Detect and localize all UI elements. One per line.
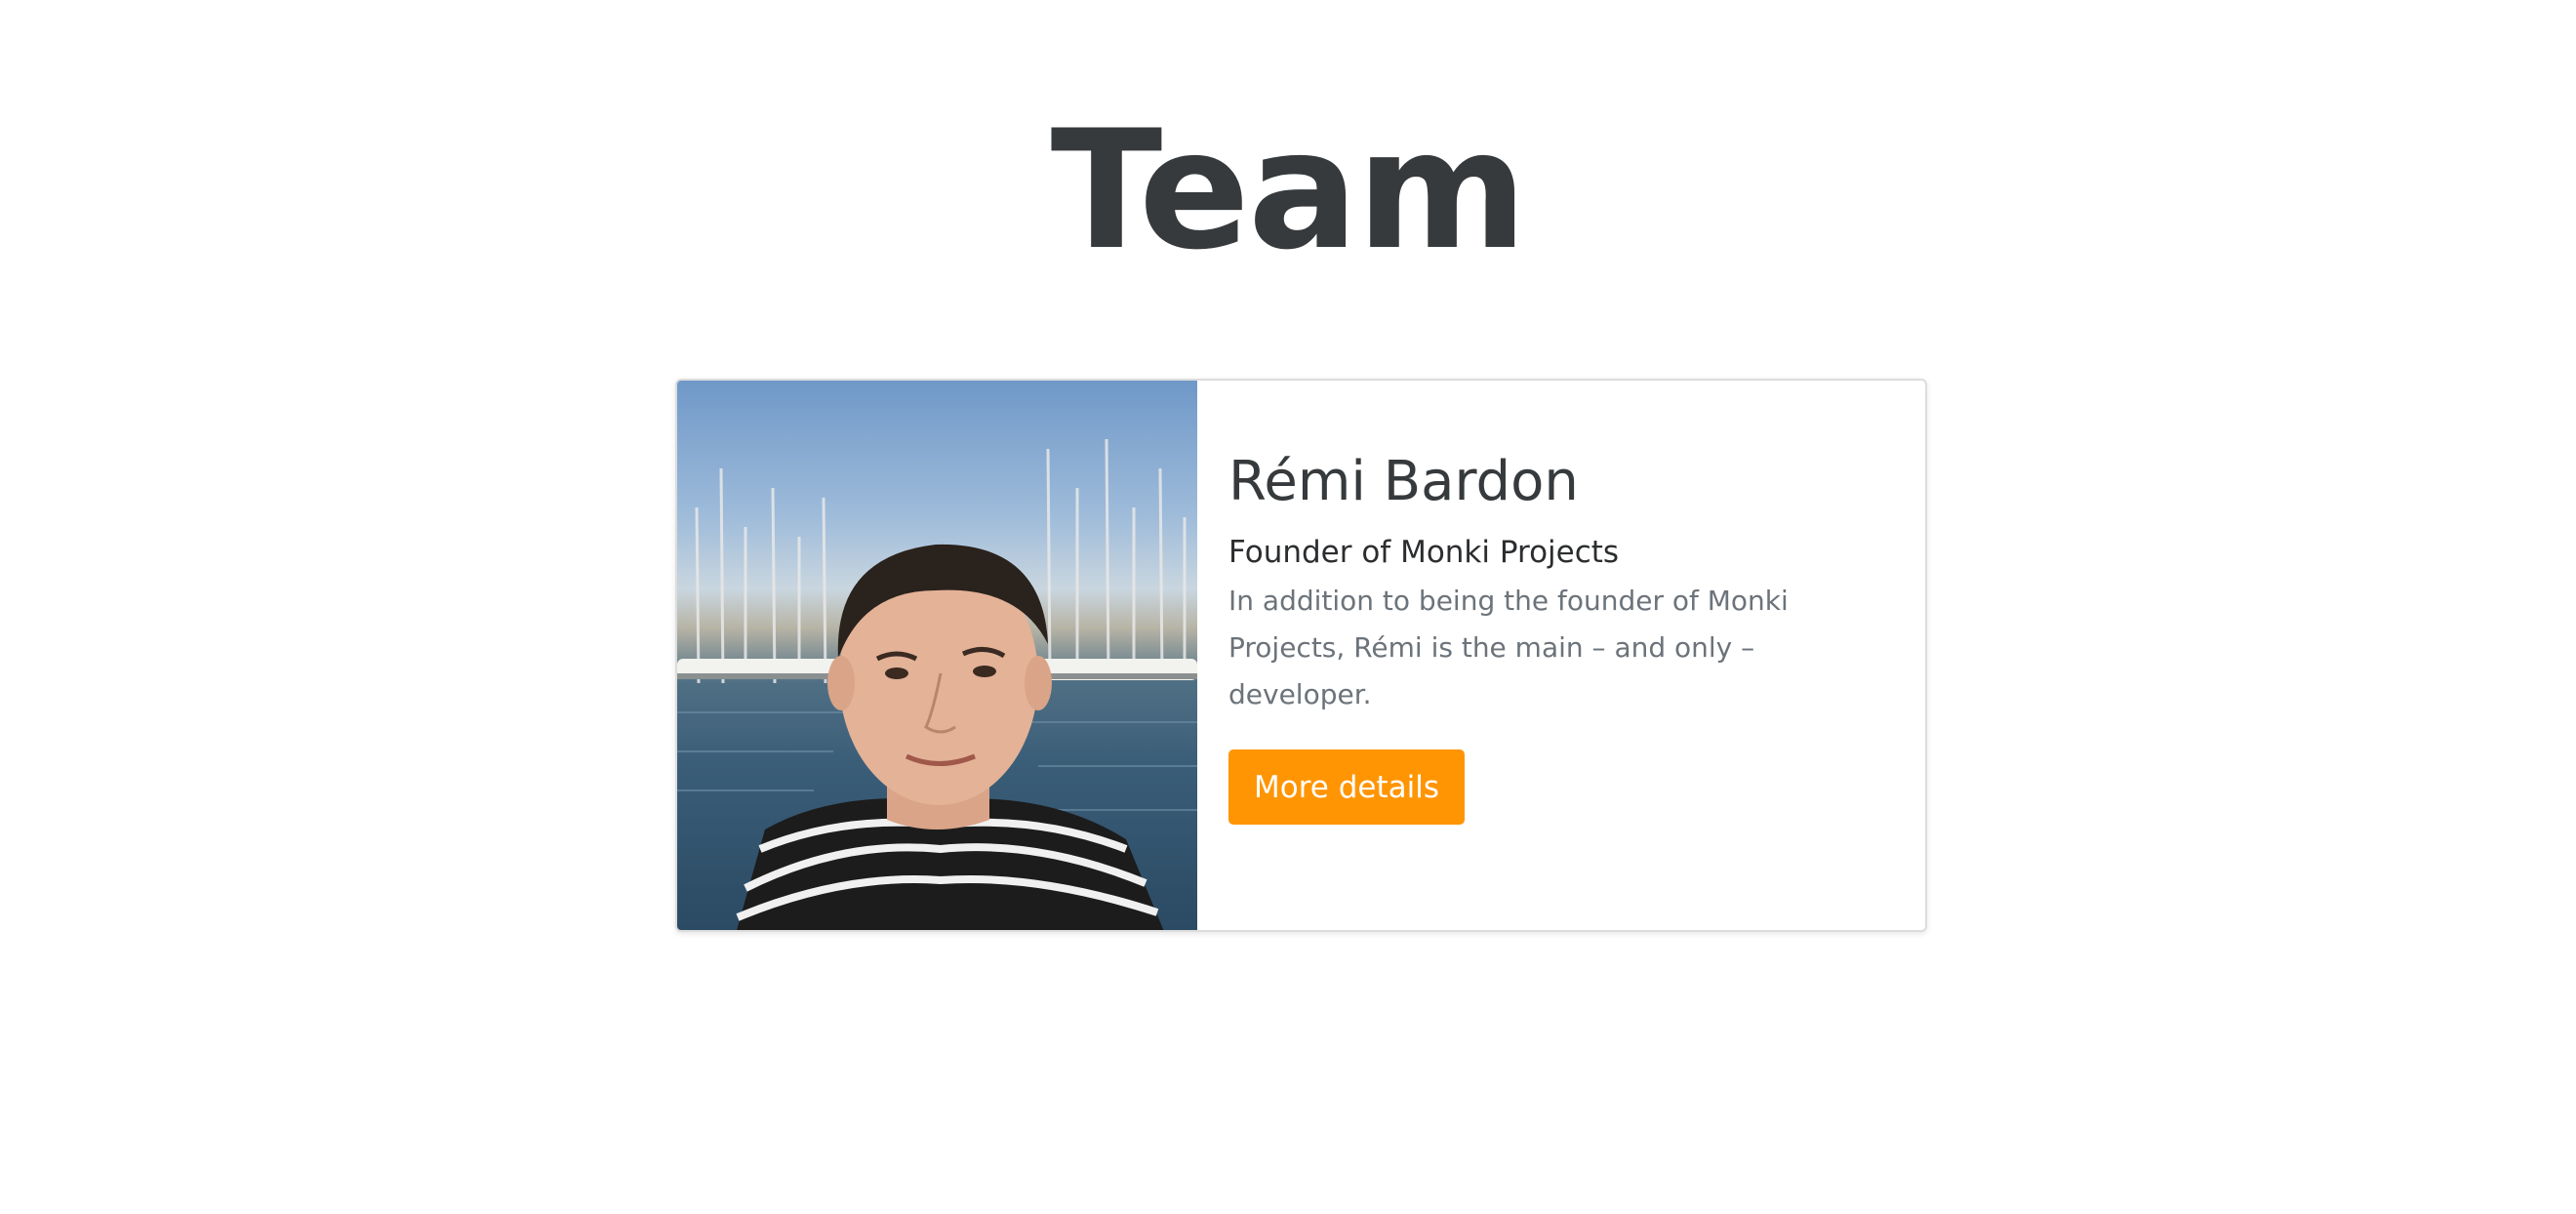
member-photo (677, 381, 1197, 930)
member-photo-illustration (677, 438, 1197, 930)
page-title: Team (1050, 95, 1528, 286)
more-details-button[interactable]: More details (1228, 749, 1465, 825)
member-description: In addition to being the founder of Monk… (1228, 585, 1789, 710)
card-body: Rémi Bardon Founder of Monki Projects In… (1197, 381, 1925, 930)
member-name: Rémi Bardon (1228, 450, 1579, 513)
team-member-card: Rémi Bardon Founder of Monki Projects In… (675, 379, 1927, 932)
page: Team Rémi Bardon Founder of Monki Projec… (0, 0, 2576, 1214)
member-role: Founder of Monki Projects (1228, 535, 1620, 570)
